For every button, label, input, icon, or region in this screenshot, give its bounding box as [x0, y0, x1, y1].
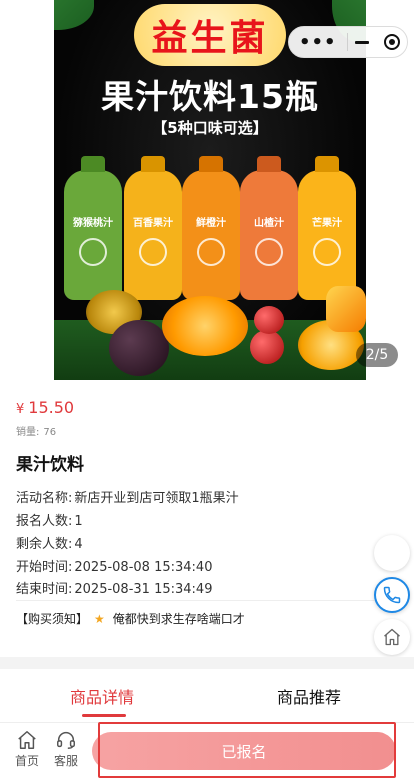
more-dots-icon[interactable]: •••	[289, 32, 347, 53]
sales-count: 销量: 76	[16, 423, 56, 438]
bottle-mango: 芒果汁	[298, 156, 356, 300]
registered-row: 报名人数: 1	[16, 510, 83, 529]
start-time-value: 2025-08-08 15:34:40	[74, 560, 213, 575]
bottle-hawthorn: 山楂汁	[240, 156, 298, 300]
bottle-orange: 鲜橙汁	[182, 156, 240, 300]
close-target-icon[interactable]	[377, 34, 407, 50]
notice-label: 【购买须知】	[16, 612, 89, 626]
bottom-action-bar: 首页 客服 已报名	[0, 722, 414, 780]
headset-icon	[57, 732, 75, 749]
purchase-notice: 【购买须知】 ★ 俺都快到求生存啥端口才	[16, 610, 245, 627]
home-icon	[18, 731, 36, 749]
tab-product-recommend[interactable]: 商品推荐	[277, 684, 341, 708]
product-name: 果汁饮料	[16, 455, 84, 475]
customer-service-button[interactable]: 客服	[49, 729, 83, 769]
tab-product-detail[interactable]: 商品详情	[70, 684, 134, 708]
blank-float-button[interactable]	[374, 535, 410, 571]
price-value: 15.50	[28, 398, 75, 417]
hawthorn-fruit	[250, 330, 284, 364]
currency-symbol: ¥	[16, 402, 25, 417]
end-time-row: 结束时间: 2025-08-31 15:34:49	[16, 578, 212, 597]
home-button[interactable]: 首页	[10, 729, 44, 769]
notice-text: 俺都快到求生存啥端口才	[112, 612, 245, 626]
sold-label: 销量:	[16, 427, 40, 438]
bottle-passionfruit: 百香果汁	[124, 156, 182, 300]
activity-row: 活动名称: 新店开业到店可领取1瓶果汁	[16, 487, 239, 506]
promo-subtitle: 【5种口味可选】	[152, 119, 268, 137]
hawthorn-fruit	[254, 306, 284, 334]
registered-value: 1	[74, 514, 83, 529]
start-time-label: 开始时间:	[16, 560, 73, 575]
end-time-label: 结束时间:	[16, 582, 73, 597]
sold-value: 76	[43, 427, 57, 438]
activity-label: 活动名称:	[16, 491, 73, 506]
passionfruit-whole	[109, 320, 169, 376]
leaf-decoration	[54, 0, 94, 30]
star-icon: ★	[94, 611, 105, 626]
phone-icon[interactable]	[374, 577, 410, 613]
section-gap	[0, 657, 414, 669]
divider	[16, 600, 398, 601]
activity-value: 新店开业到店可领取1瓶果汁	[74, 491, 239, 506]
registered-button[interactable]: 已报名	[92, 732, 396, 770]
bottle-kiwi: 猕猴桃汁	[64, 156, 122, 300]
home-float-icon[interactable]	[374, 619, 410, 655]
image-counter: 2/5	[356, 343, 398, 367]
registered-label: 报名人数:	[16, 514, 73, 529]
home-label: 首页	[14, 754, 39, 768]
remaining-row: 剩余人数: 4	[16, 533, 83, 552]
service-label: 客服	[53, 754, 78, 768]
mango-fruit	[326, 286, 366, 332]
banner-label: 益生菌	[134, 4, 286, 66]
remaining-label: 剩余人数:	[16, 537, 73, 552]
remaining-value: 4	[74, 537, 83, 552]
product-price: ¥15.50	[16, 398, 74, 417]
start-time-row: 开始时间: 2025-08-08 15:34:40	[16, 556, 212, 575]
orange-fruit	[162, 296, 248, 356]
miniprogram-capsule: •••	[288, 26, 408, 58]
active-tab-indicator	[82, 714, 126, 717]
promo-title: 果汁饮料15瓶	[101, 77, 319, 116]
minimize-icon[interactable]	[348, 40, 378, 44]
end-time-value: 2025-08-31 15:34:49	[74, 582, 213, 597]
